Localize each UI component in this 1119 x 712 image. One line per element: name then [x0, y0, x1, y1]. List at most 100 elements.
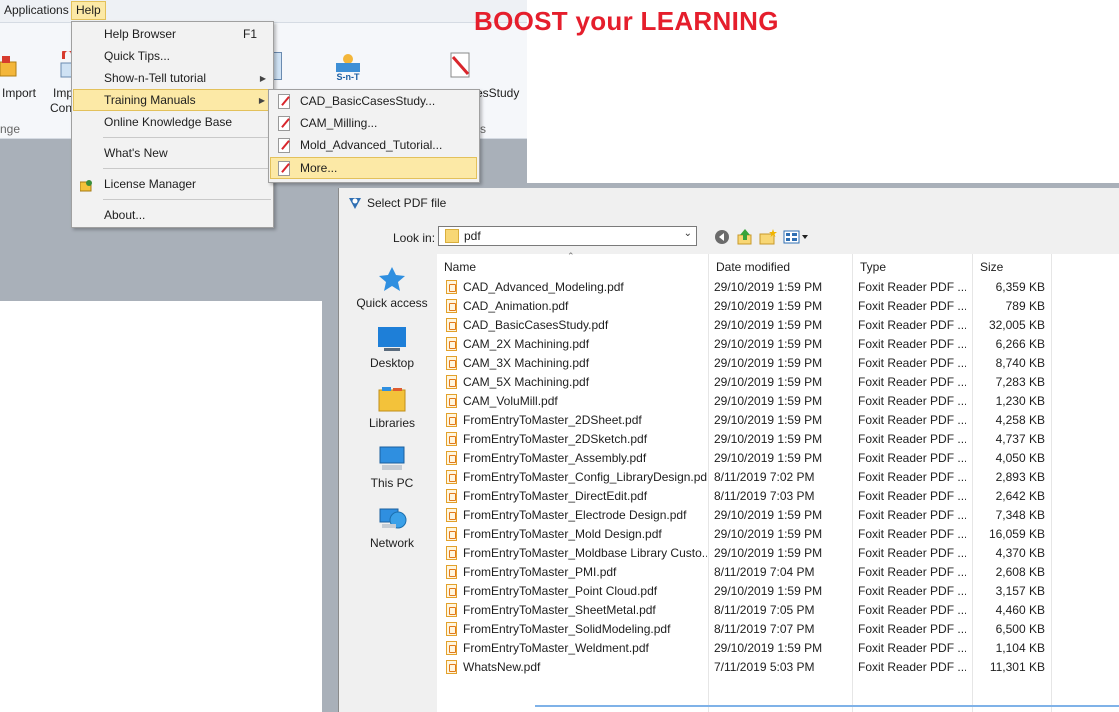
menu-item-online-knowledge-base[interactable]: Online Knowledge Base	[73, 112, 272, 133]
pdf-file-icon	[446, 299, 457, 313]
file-name: FromEntryToMaster_Moldbase Library Custo…	[463, 546, 707, 560]
sort-ascending-icon: ⌃	[567, 251, 575, 261]
menu-help[interactable]: Help	[71, 1, 106, 20]
file-date-modified: 8/11/2019 7:05 PM	[714, 603, 815, 617]
table-row[interactable]: CAD_BasicCasesStudy.pdf 29/10/2019 1:59 P…	[437, 316, 1119, 335]
select-pdf-dialog: Select PDF file Look in: pdf ⌄ Quick acc…	[338, 188, 1119, 712]
ribbon-group-label: nge	[0, 122, 21, 136]
table-row[interactable]: CAM_5X Machining.pdf 29/10/2019 1:59 PM Fo…	[437, 373, 1119, 392]
place-libraries[interactable]: Libraries	[348, 386, 436, 430]
file-type: Foxit Reader PDF ...	[858, 394, 966, 408]
menu-item-help-browser[interactable]: Help Browser F1	[73, 24, 272, 45]
table-row[interactable]: FromEntryToMaster_DirectEdit.pdf 8/11/201…	[437, 487, 1119, 506]
table-row[interactable]: FromEntryToMaster_Electrode Design.pdf 29…	[437, 506, 1119, 525]
file-name: FromEntryToMaster_2DSketch.pdf	[463, 432, 648, 446]
table-row[interactable]: FromEntryToMaster_2DSheet.pdf 29/10/2019 …	[437, 411, 1119, 430]
table-row[interactable]: FromEntryToMaster_Mold Design.pdf 29/10/2…	[437, 525, 1119, 544]
file-date-modified: 29/10/2019 1:59 PM	[714, 432, 823, 446]
table-row[interactable]: CAD_Animation.pdf 29/10/2019 1:59 PM Foxit…	[437, 297, 1119, 316]
place-desktop[interactable]: Desktop	[348, 326, 436, 370]
table-row[interactable]: FromEntryToMaster_SolidModeling.pdf 8/11/…	[437, 620, 1119, 639]
file-type: Foxit Reader PDF ...	[858, 413, 966, 427]
file-name: FromEntryToMaster_SheetMetal.pdf	[463, 603, 656, 617]
menu-item-show-n-tell[interactable]: Show-n-Tell tutorial ▶	[73, 68, 272, 89]
table-row[interactable]: CAM_VoluMill.pdf 29/10/2019 1:59 PM Foxit …	[437, 392, 1119, 411]
submenu-arrow-icon: ▶	[259, 74, 266, 83]
file-date-modified: 7/11/2019 5:03 PM	[714, 660, 815, 674]
submenu-item-more[interactable]: More...	[270, 157, 477, 179]
new-folder-icon[interactable]	[759, 228, 777, 246]
file-type: Foxit Reader PDF ...	[858, 356, 966, 370]
file-date-modified: 8/11/2019 7:02 PM	[714, 470, 815, 484]
training-manuals-submenu: CAD_BasicCasesStudy... CAM_Milling... Mo…	[268, 89, 480, 183]
menu-item-training-manuals[interactable]: Training Manuals ▶	[73, 89, 272, 111]
pdf-file-icon	[446, 451, 457, 465]
file-type: Foxit Reader PDF ...	[858, 641, 966, 655]
case-study-button[interactable]: esStudy	[476, 86, 519, 100]
show-n-tell-icon[interactable]: S-n-T	[332, 53, 364, 83]
file-name: FromEntryToMaster_SolidModeling.pdf	[463, 622, 671, 636]
table-row[interactable]: FromEntryToMaster_2DSketch.pdf 29/10/2019…	[437, 430, 1119, 449]
file-date-modified: 8/11/2019 7:03 PM	[714, 489, 815, 503]
table-row[interactable]: FromEntryToMaster_Weldment.pdf 29/10/2019…	[437, 639, 1119, 658]
submenu-item-cam-milling[interactable]: CAM_Milling...	[270, 113, 477, 134]
pdf-file-icon	[446, 394, 457, 408]
back-icon[interactable]	[713, 228, 731, 246]
table-row[interactable]: FromEntryToMaster_Moldbase Library Custo…	[437, 544, 1119, 563]
file-type: Foxit Reader PDF ...	[858, 508, 966, 522]
place-label: Libraries	[368, 416, 416, 430]
file-size: 4,050 KB	[995, 451, 1045, 465]
table-row[interactable]: CAM_3X Machining.pdf 29/10/2019 1:59 PM Fo…	[437, 354, 1119, 373]
menu-item-whats-new[interactable]: What's New	[73, 143, 272, 164]
look-in-dropdown[interactable]: pdf ⌄	[438, 226, 697, 246]
place-quick-access[interactable]: Quick access	[348, 266, 436, 310]
table-row[interactable]: FromEntryToMaster_Assembly.pdf 29/10/2019…	[437, 449, 1119, 468]
table-row[interactable]: FromEntryToMaster_SheetMetal.pdf 8/11/201…	[437, 601, 1119, 620]
column-header-size[interactable]: Size	[980, 260, 1003, 274]
submenu-item-cad-basic[interactable]: CAD_BasicCasesStudy...	[270, 91, 477, 112]
column-header-name[interactable]: Name	[444, 260, 476, 274]
file-type: Foxit Reader PDF ...	[858, 584, 966, 598]
table-row[interactable]: CAM_2X Machining.pdf 29/10/2019 1:59 PM Fo…	[437, 335, 1119, 354]
import-icon	[0, 54, 18, 78]
libraries-icon	[376, 386, 408, 412]
help-dropdown-menu: Help Browser F1 Quick Tips... Show-n-Tel…	[71, 21, 274, 228]
look-in-value: pdf	[464, 229, 481, 243]
boost-banner: BOOST your LEARNING	[474, 6, 779, 36]
menu-item-quick-tips[interactable]: Quick Tips...	[73, 46, 272, 67]
file-type: Foxit Reader PDF ...	[858, 337, 966, 351]
file-type: Foxit Reader PDF ...	[858, 603, 966, 617]
up-folder-icon[interactable]	[736, 228, 754, 246]
ribbon-imp-label[interactable]: Imp	[53, 86, 73, 100]
table-row[interactable]: FromEntryToMaster_PMI.pdf 8/11/2019 7:04 …	[437, 563, 1119, 582]
place-this-pc[interactable]: This PC	[348, 446, 436, 490]
pdf-file-icon	[446, 470, 457, 484]
file-size: 1,230 KB	[995, 394, 1045, 408]
file-type: Foxit Reader PDF ...	[858, 451, 966, 465]
menu-item-label: Quick Tips...	[104, 49, 171, 63]
file-type: Foxit Reader PDF ...	[858, 527, 966, 541]
file-type: Foxit Reader PDF ...	[858, 660, 966, 674]
pdf-file-icon	[446, 584, 457, 598]
import-button[interactable]: Import	[2, 86, 36, 100]
table-row[interactable]: CAD_Advanced_Modeling.pdf 29/10/2019 1:59…	[437, 278, 1119, 297]
submenu-item-mold-advanced[interactable]: Mold_Advanced_Tutorial...	[270, 135, 477, 156]
file-name: FromEntryToMaster_Config_LibraryDesign.p…	[463, 470, 707, 484]
table-row[interactable]: FromEntryToMaster_Config_LibraryDesign.p…	[437, 468, 1119, 487]
file-name: WhatsNew.pdf	[463, 660, 541, 674]
table-row[interactable]: WhatsNew.pdf 7/11/2019 5:03 PM Foxit Reade…	[437, 658, 1119, 677]
menu-applications[interactable]: Applications	[0, 2, 73, 19]
column-header-type[interactable]: Type	[860, 260, 886, 274]
pdf-file-icon	[446, 413, 457, 427]
menu-item-about[interactable]: About...	[73, 205, 272, 226]
view-menu-icon[interactable]	[783, 228, 811, 246]
place-network[interactable]: Network	[348, 506, 436, 550]
file-size: 789 KB	[1005, 299, 1045, 313]
chevron-down-icon: ⌄	[683, 228, 692, 239]
file-size: 4,737 KB	[995, 432, 1045, 446]
file-date-modified: 29/10/2019 1:59 PM	[714, 451, 823, 465]
menu-item-license-manager[interactable]: License Manager	[73, 174, 272, 195]
table-row[interactable]: FromEntryToMaster_Point Cloud.pdf 29/10/2…	[437, 582, 1119, 601]
column-header-date[interactable]: Date modified	[716, 260, 790, 274]
submenu-item-label: Mold_Advanced_Tutorial...	[300, 138, 443, 152]
